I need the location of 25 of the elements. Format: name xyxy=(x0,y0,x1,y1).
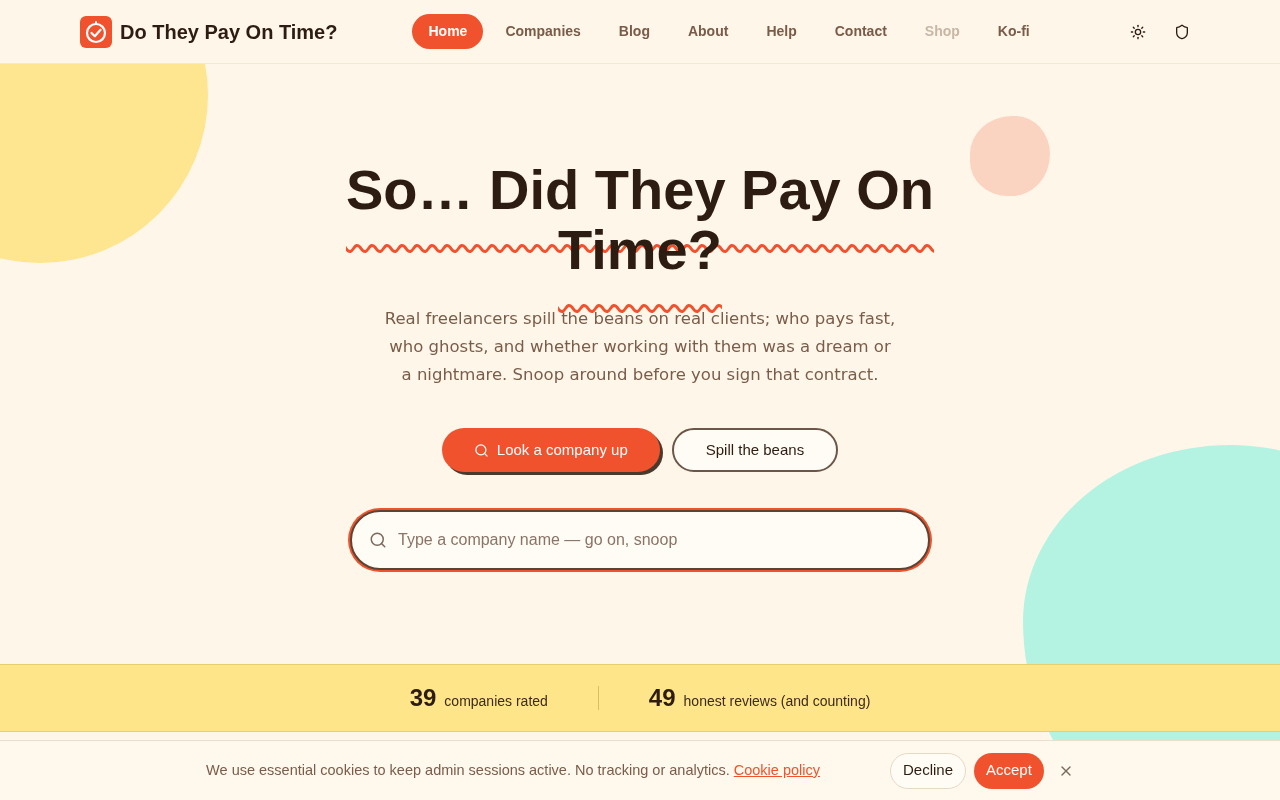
stat-label: honest reviews (and counting) xyxy=(683,692,871,711)
cookie-policy-link[interactable]: Cookie policy xyxy=(733,761,820,778)
nav-link[interactable]: Companies xyxy=(489,14,597,49)
hero-description: Real freelancers spill the beans on real clients; who pays fast, who ghosts, and whether working with them was a dream or a nightmare. Snoop around before you sign that contract. xyxy=(383,308,897,386)
nav-link[interactable]: Home xyxy=(412,14,484,49)
nav-link[interactable]: Ko-fi xyxy=(981,14,1046,49)
search-field[interactable]: Type a company name — go on, snoop xyxy=(350,510,930,570)
search-icon xyxy=(473,442,489,458)
shield-icon[interactable] xyxy=(1174,23,1190,40)
accept-button[interactable]: Accept xyxy=(974,752,1044,789)
nav-link[interactable]: Help xyxy=(750,14,813,49)
stat-label: companies rated xyxy=(444,692,548,711)
nav-link[interactable]: Contact xyxy=(818,14,903,49)
logo-icon xyxy=(80,15,112,48)
nav-link[interactable]: About xyxy=(671,14,745,49)
nav-link[interactable]: Blog xyxy=(602,14,666,49)
stat-number: 39 xyxy=(409,683,437,713)
write-review-button[interactable]: Spill the beans xyxy=(671,428,839,472)
stat-number: 49 xyxy=(648,683,676,713)
site-title[interactable]: Do They Pay On Time? xyxy=(120,16,338,47)
decline-button[interactable]: Decline xyxy=(890,752,966,789)
sun-icon[interactable] xyxy=(1130,23,1146,40)
cookie-message: We use essential cookies to keep admin sessions active. No tracking or analytics. Cookie policy xyxy=(206,760,820,780)
search-company-button[interactable]: Look a company up xyxy=(441,428,660,472)
search-icon xyxy=(369,531,387,549)
